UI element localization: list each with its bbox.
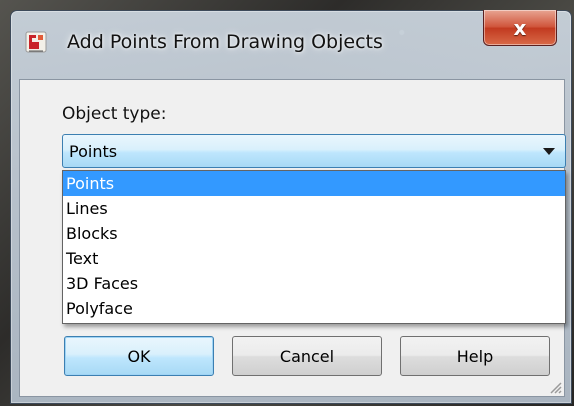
dialog-window: Add Points From Drawing Objects x Object… bbox=[10, 10, 572, 404]
ok-button[interactable]: OK bbox=[64, 336, 214, 376]
option-polyface[interactable]: Polyface bbox=[63, 296, 565, 321]
cancel-button[interactable]: Cancel bbox=[232, 336, 382, 376]
resize-grip-icon[interactable] bbox=[548, 380, 562, 394]
chevron-down-icon bbox=[543, 148, 555, 155]
object-type-value: Points bbox=[69, 142, 118, 161]
title-bar[interactable]: Add Points From Drawing Objects x bbox=[11, 10, 571, 79]
app-icon bbox=[25, 31, 47, 53]
object-type-select[interactable]: Points bbox=[62, 134, 566, 168]
help-button[interactable]: Help bbox=[400, 336, 550, 376]
close-icon: x bbox=[513, 15, 527, 40]
option-blocks[interactable]: Blocks bbox=[63, 221, 565, 246]
option-text[interactable]: Text bbox=[63, 246, 565, 271]
window-title: Add Points From Drawing Objects bbox=[67, 31, 383, 53]
dialog-body: Object type: Points Points Lines Blocks … bbox=[19, 79, 566, 397]
object-type-label: Object type: bbox=[62, 104, 167, 124]
object-type-dropdown-list: Points Lines Blocks Text 3D Faces Polyfa… bbox=[62, 170, 566, 324]
close-button[interactable]: x bbox=[483, 10, 557, 46]
option-points[interactable]: Points bbox=[63, 171, 565, 196]
option-3d-faces[interactable]: 3D Faces bbox=[63, 271, 565, 296]
option-lines[interactable]: Lines bbox=[63, 196, 565, 221]
